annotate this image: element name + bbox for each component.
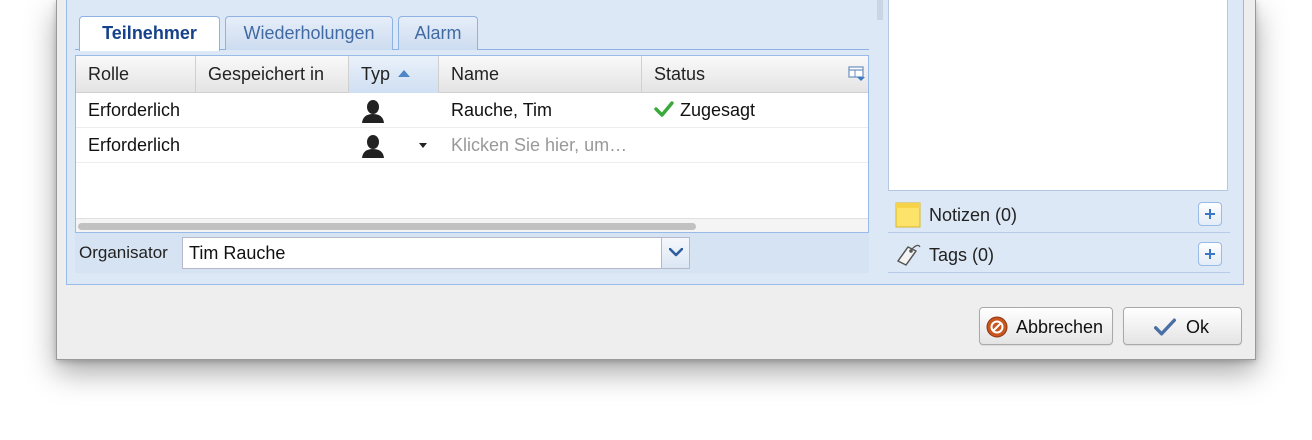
add-note-button[interactable] — [1198, 202, 1222, 226]
column-header-status[interactable]: Status — [642, 56, 868, 93]
splitter-handle[interactable] — [877, 0, 883, 20]
check-icon — [654, 101, 674, 117]
column-header-rolle[interactable]: Rolle — [76, 56, 196, 93]
table-row[interactable]: Erforderlich Klicken Sie hier, um… — [76, 128, 868, 163]
type-dropdown-arrow-icon[interactable] — [419, 143, 427, 148]
tab-alarm[interactable]: Alarm — [398, 16, 478, 50]
organizer-value[interactable]: Tim Rauche — [189, 238, 285, 268]
column-header-name[interactable]: Name — [439, 56, 642, 93]
cancel-label: Abbrechen — [1016, 317, 1104, 337]
cell-gespeichert-in — [196, 128, 349, 163]
description-area[interactable] — [888, 0, 1228, 191]
person-icon — [362, 100, 384, 123]
cell-status: Zugesagt — [642, 93, 868, 128]
tag-icon — [897, 244, 921, 266]
cancel-icon — [986, 316, 1008, 338]
sort-ascending-icon — [398, 69, 411, 77]
chevron-down-icon — [669, 248, 683, 257]
tags-label: Tags (0) — [929, 245, 995, 265]
person-icon — [362, 135, 384, 158]
tab-wiederholungen[interactable]: Wiederholungen — [225, 16, 393, 50]
organizer-combobox[interactable]: Tim Rauche — [182, 237, 690, 269]
column-header-gespeichert-in[interactable]: Gespeichert in — [196, 56, 349, 93]
notes-label: Notizen (0) — [929, 205, 1018, 225]
note-icon — [895, 202, 921, 228]
ok-label: Ok — [1186, 317, 1210, 337]
organizer-label: Organisator — [79, 243, 168, 262]
notes-panel[interactable]: Notizen (0) — [888, 197, 1230, 233]
cell-rolle: Erforderlich — [88, 135, 181, 155]
cell-rolle: Erforderlich — [88, 100, 181, 120]
cell-name: Rauche, Tim — [451, 100, 553, 120]
tab-bar: Teilnehmer Wiederholungen Alarm — [75, 16, 869, 51]
checkmark-icon — [1154, 318, 1176, 336]
ok-button[interactable]: Ok — [1123, 307, 1242, 345]
grid-header: Rolle Gespeichert in Typ Name Status — [76, 56, 868, 93]
cancel-button[interactable]: Abbrechen — [979, 307, 1113, 345]
column-header-typ[interactable]: Typ — [349, 56, 439, 93]
organizer-bar: Organisator Tim Rauche — [75, 233, 869, 273]
tab-teilnehmer[interactable]: Teilnehmer — [79, 16, 220, 51]
column-menu-icon[interactable] — [848, 66, 866, 82]
table-row[interactable]: Erforderlich Rauche, Tim Zugesagt — [76, 93, 868, 128]
scrollbar-thumb[interactable] — [78, 223, 696, 230]
horizontal-scrollbar[interactable] — [76, 218, 868, 232]
cell-status — [642, 128, 868, 163]
add-tag-button[interactable] — [1198, 242, 1222, 266]
attendee-grid: Rolle Gespeichert in Typ Name Status Erf… — [75, 55, 869, 233]
organizer-dropdown-button[interactable] — [661, 238, 689, 268]
tags-panel[interactable]: Tags (0) — [888, 237, 1230, 273]
cell-name-placeholder[interactable]: Klicken Sie hier, um… — [439, 128, 642, 163]
dialog-window: Teilnehmer Wiederholungen Alarm Rolle Ge… — [56, 0, 1256, 360]
cell-gespeichert-in — [196, 93, 349, 128]
